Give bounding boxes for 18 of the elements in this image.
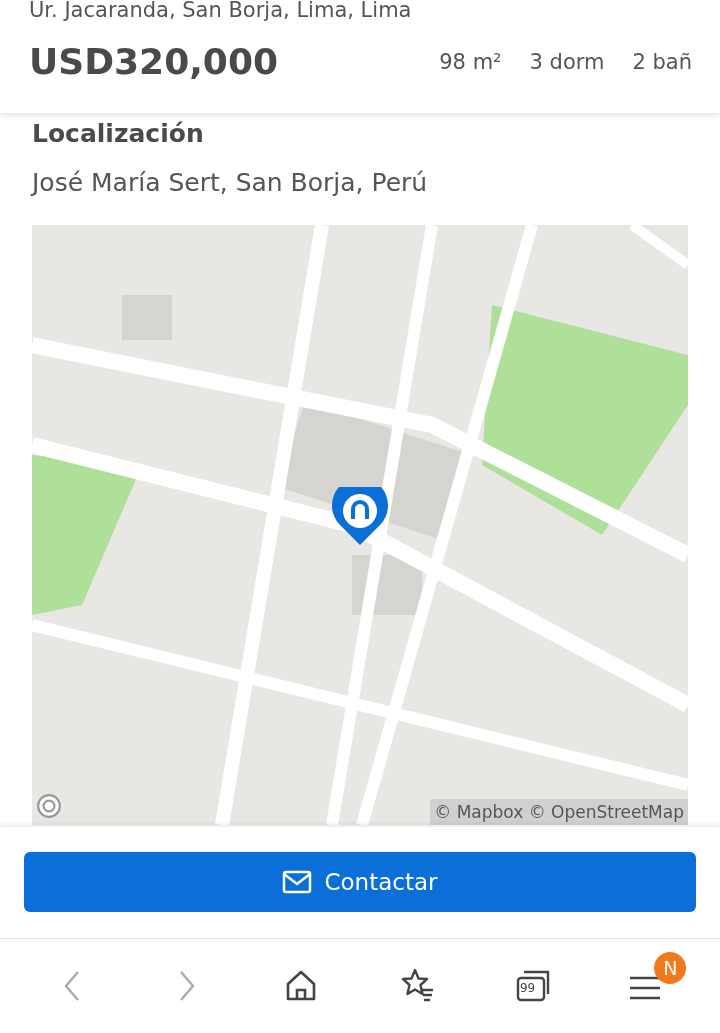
- forward-icon: [179, 970, 195, 1002]
- contact-button[interactable]: Contactar: [24, 852, 696, 912]
- mail-icon: [282, 870, 313, 894]
- location-address: José María Sert, San Borja, Perú: [32, 167, 429, 199]
- tab-count: 99: [519, 981, 536, 995]
- menu-button[interactable]: N: [626, 952, 687, 1012]
- notification-badge: N: [654, 952, 687, 984]
- tabs-button[interactable]: 99: [510, 964, 555, 1008]
- map-pin-icon: [330, 487, 390, 547]
- listing-address: Ur. Jacaranda, San Borja, Lima, Lima: [29, 0, 413, 23]
- section-title: Localización: [32, 118, 205, 150]
- listing-feature: 3 dorm: [529, 49, 605, 74]
- listing-feature: 2 bañ: [632, 49, 692, 74]
- listing-price: USD320,000: [29, 41, 278, 82]
- listing-feature: 98 m²: [439, 49, 502, 74]
- back-icon: [63, 970, 80, 1002]
- map-attribution[interactable]: © Mapbox © OpenStreetMap: [430, 799, 688, 825]
- map[interactable]: © Mapbox © OpenStreetMap: [32, 225, 688, 825]
